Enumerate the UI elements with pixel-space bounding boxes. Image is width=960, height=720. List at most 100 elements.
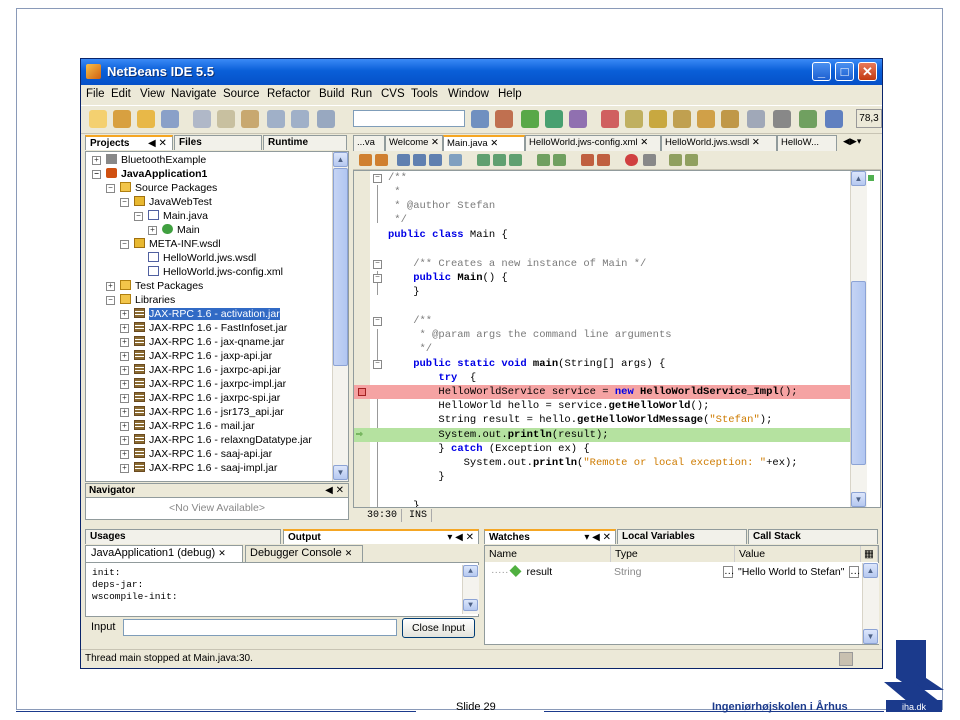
menu-refactor[interactable]: Refactor <box>267 88 310 100</box>
breakpoint-marker-icon[interactable] <box>358 388 366 396</box>
project-tree-scrollbar[interactable]: ▲ ▼ <box>332 152 348 481</box>
step-out-icon[interactable] <box>721 110 739 128</box>
menu-run[interactable]: Run <box>351 88 372 100</box>
run-icon[interactable] <box>521 110 539 128</box>
tab-watches[interactable]: Watches ▾ ◀ ✕ <box>484 529 616 544</box>
menu-view[interactable]: View <box>140 88 165 100</box>
new-watch-icon[interactable] <box>799 110 817 128</box>
copy-icon[interactable] <box>217 110 235 128</box>
open-project-icon[interactable] <box>137 110 155 128</box>
run-to-cursor-icon[interactable] <box>747 110 765 128</box>
expand-icon[interactable]: + <box>120 408 129 417</box>
expand-icon[interactable]: + <box>106 282 115 291</box>
build-icon[interactable] <box>471 110 489 128</box>
collapse-icon[interactable]: − <box>120 240 129 249</box>
menu-navigate[interactable]: Navigate <box>171 88 216 100</box>
column-header-name[interactable]: Name <box>485 546 611 562</box>
collapse-icon[interactable]: − <box>92 170 101 179</box>
fold-collapse-icon[interactable]: − <box>373 260 382 269</box>
menu-edit[interactable]: Edit <box>111 88 131 100</box>
stop-icon[interactable] <box>643 154 656 166</box>
menu-tools[interactable]: Tools <box>411 88 438 100</box>
menu-cvs[interactable]: CVS <box>381 88 405 100</box>
code-editor[interactable]: −/** * * @author Stefan */ public class … <box>353 170 881 508</box>
expand-icon[interactable]: + <box>120 394 129 403</box>
evaluate-icon[interactable] <box>825 110 843 128</box>
tab-runtime[interactable]: Runtime <box>263 135 347 150</box>
uncomment-icon[interactable] <box>685 154 698 166</box>
tree-item-jar[interactable]: + JAX-RPC 1.6 - jax-qname.jar <box>120 335 284 349</box>
expand-icon[interactable]: + <box>120 324 129 333</box>
fold-collapse-icon[interactable]: − <box>373 360 382 369</box>
tree-item-jar[interactable]: + JAX-RPC 1.6 - jaxrpc-impl.jar <box>120 377 286 391</box>
column-header-value[interactable]: Value <box>735 546 861 562</box>
back-icon[interactable] <box>359 154 372 166</box>
new-project-icon[interactable] <box>113 110 131 128</box>
column-header-type[interactable]: Type <box>611 546 735 562</box>
tree-item-libraries[interactable]: − Libraries <box>106 293 175 307</box>
fold-collapse-icon[interactable]: − <box>373 174 382 183</box>
editor-tab-welcome[interactable]: Welcome ✕ <box>385 135 443 151</box>
watch-row-name[interactable]: ····· result <box>491 564 609 580</box>
menu-build[interactable]: Build <box>319 88 345 100</box>
collapse-icon[interactable]: − <box>106 296 115 305</box>
toggle-highlight-icon[interactable] <box>449 154 462 166</box>
editor-tab-helloworld[interactable]: HelloW... <box>777 135 837 151</box>
expand-icon[interactable]: + <box>120 380 129 389</box>
collapse-icon[interactable]: − <box>106 184 115 193</box>
new-file-icon[interactable] <box>89 110 107 128</box>
breakpoint-icon[interactable] <box>625 154 638 166</box>
fold-collapse-icon[interactable]: − <box>373 274 382 283</box>
expand-icon[interactable]: + <box>120 338 129 347</box>
tree-item-helloworld-config[interactable]: HelloWorld.jws-config.xml <box>148 265 283 279</box>
step-over-icon[interactable] <box>673 110 691 128</box>
tree-item-test-packages[interactable]: + Test Packages <box>106 279 203 293</box>
expand-icon[interactable]: + <box>148 226 157 235</box>
expand-icon[interactable]: + <box>120 352 129 361</box>
scroll-down-icon[interactable]: ▼ <box>463 599 478 611</box>
expand-icon[interactable]: + <box>120 464 129 473</box>
tree-item-bluetoothexample[interactable]: + BluetoothExample <box>92 153 206 167</box>
tab-projects[interactable]: Projects ◀ ✕ <box>85 135 173 150</box>
continue-icon[interactable] <box>649 110 667 128</box>
expand-icon[interactable]: + <box>120 436 129 445</box>
output-tab-debug[interactable]: JavaApplication1 (debug) ✕ <box>85 545 243 562</box>
tree-item-jar[interactable]: + JAX-RPC 1.6 - saaj-impl.jar <box>120 461 277 475</box>
tree-item-jar[interactable]: + JAX-RPC 1.6 - jsr173_api.jar <box>120 405 284 419</box>
maximize-button[interactable]: □ <box>835 62 854 81</box>
comment-icon[interactable] <box>669 154 682 166</box>
output-close-icon[interactable]: ▾ ◀ ✕ <box>447 531 474 545</box>
editor-tab-wsdl[interactable]: HelloWorld.jws.wsdl ✕ <box>661 135 777 151</box>
stop-macro-icon[interactable] <box>597 154 610 166</box>
debug-icon[interactable] <box>545 110 563 128</box>
navigator-close-icon[interactable]: ◀ ✕ <box>325 484 344 497</box>
tree-item-jar[interactable]: + JAX-RPC 1.6 - jaxrpc-api.jar <box>120 363 281 377</box>
expand-icon[interactable]: + <box>120 366 129 375</box>
navigator-header[interactable]: Navigator ◀ ✕ <box>85 483 349 498</box>
scroll-up-icon[interactable]: ▲ <box>851 171 866 186</box>
scroll-down-icon[interactable]: ▼ <box>333 465 348 480</box>
editor-tab-main-java[interactable]: Main.java ✕ <box>443 135 525 151</box>
watches-close-icon[interactable]: ▾ ◀ ✕ <box>584 531 611 545</box>
output-text[interactable]: init: deps-jar: wscompile-init: ▲ ▼ <box>85 562 479 617</box>
output-tab-console[interactable]: Debugger Console ✕ <box>245 545 363 562</box>
scroll-down-icon[interactable]: ▼ <box>851 492 866 507</box>
pause-icon[interactable] <box>625 110 643 128</box>
restore-icon[interactable]: ◀ ✕ <box>148 137 167 151</box>
gc-icon[interactable] <box>839 652 853 666</box>
scroll-thumb[interactable] <box>851 281 866 465</box>
find-prev-icon[interactable] <box>397 154 410 166</box>
tab-scroll-icon[interactable]: ◀▶▾ <box>843 136 861 147</box>
tree-item-jar[interactable]: + JAX-RPC 1.6 - FastInfoset.jar <box>120 321 287 335</box>
tree-item-helloworld-wsdl[interactable]: HelloWorld.jws.wsdl <box>148 251 256 265</box>
start-macro-icon[interactable] <box>581 154 594 166</box>
scroll-up-icon[interactable]: ▲ <box>863 563 878 578</box>
toggle-bookmark-icon[interactable] <box>509 154 522 166</box>
menu-file[interactable]: File <box>86 88 105 100</box>
tab-local-variables[interactable]: Local Variables <box>617 529 747 544</box>
editor-scrollbar[interactable]: ▲ ▼ <box>850 171 867 507</box>
tab-files[interactable]: Files <box>174 135 262 150</box>
expand-icon[interactable]: + <box>92 156 101 165</box>
output-scrollbar[interactable]: ▲ ▼ <box>462 565 479 614</box>
forward-icon[interactable] <box>375 154 388 166</box>
